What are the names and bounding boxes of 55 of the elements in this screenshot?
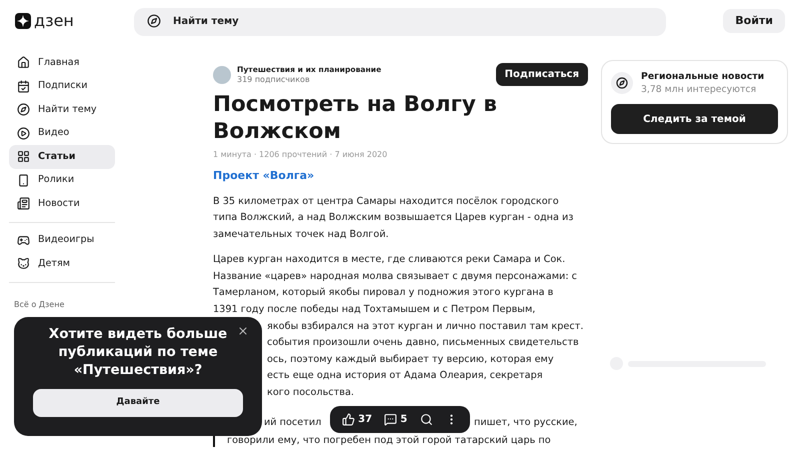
paragraph-line: Царев курган находится в месте, где сливаются реки Самара и Сок. [213, 253, 566, 268]
paragraph-line: есть еще одна история от Адама Олеария, секретаря [267, 369, 544, 384]
paragraph-line: 1391 году после победы над Тохтамышем и с Петром Первым, [213, 303, 536, 318]
follow-topic-button[interactable]: Следить за темой [611, 104, 778, 134]
sidebar-item[interactable]: Подписки [9, 74, 115, 98]
logo-text: дзен [34, 13, 74, 29]
sidebar-item[interactable]: Статьи [9, 145, 115, 168]
paragraph-line: события произошли очень давно, письменных свидетельств [267, 336, 580, 350]
sidebar-item[interactable]: Детям [9, 252, 115, 276]
like-button[interactable]: 37 [342, 412, 372, 427]
sidebar-item[interactable]: Найти тему [9, 98, 115, 122]
search-icon [147, 14, 161, 28]
subscribe-button[interactable]: Подписаться [496, 63, 588, 86]
sidebar-item[interactable]: Видео [9, 122, 115, 145]
quote-text: ий посетил [264, 416, 322, 428]
cat-icon [17, 257, 30, 270]
search-field[interactable]: Найти тему [134, 8, 666, 36]
thumbs-up-icon [342, 413, 356, 426]
sidebar-item[interactable]: Ролики [9, 168, 115, 192]
paragraph-line: Тамерланом, который якобы пировал у подножия этого кургана в [213, 286, 554, 300]
article-title: Посмотреть на Волгу в Волжском [213, 91, 498, 145]
compass-icon [611, 72, 633, 94]
comment-icon [384, 413, 398, 426]
compass-icon [17, 103, 30, 116]
sidebar-item[interactable]: Главная [9, 51, 115, 74]
paragraph-line: типа Волжский, а над Волжским возвышается Царев курган - одна из [213, 211, 574, 226]
article-meta: 1 минута · 1206 прочтений · 7 июня 2020 [213, 149, 388, 161]
comment-button[interactable]: 5 [384, 412, 408, 427]
accept-button[interactable]: Давайте [33, 389, 243, 417]
home-icon [17, 56, 30, 70]
login-button[interactable]: Войти [723, 9, 785, 33]
paragraph-line: кого посольства. [267, 386, 355, 400]
phone-icon [17, 174, 30, 187]
sidebar-item[interactable]: Видеоигры [9, 228, 115, 252]
paragraph-line: ось, поэтому каждый выбирает ту версию, которая ему [267, 352, 555, 367]
project-link[interactable]: Проект «Волга» [213, 168, 588, 184]
topic-name[interactable]: Региональные новости [641, 70, 764, 83]
popup-title: Хотите видеть больше публикаций по теме «Путешествия»? [48, 325, 228, 379]
paragraph-line: В 35 километрах от центра Самары находится посёлок городского [213, 194, 560, 208]
calendar-check-icon [17, 80, 30, 93]
grid-icon [17, 150, 30, 164]
quote-text: пишет, что русские, [474, 416, 578, 430]
footer-link[interactable]: Всё о Дзене [9, 300, 64, 308]
topic-followers: 3,78 млн интересуются [641, 83, 758, 96]
paragraph-line: замечательных точек над Волгой. [213, 228, 390, 242]
sidebar-item[interactable]: Новости [9, 192, 115, 216]
logo-icon [15, 13, 31, 29]
paragraph-line: якобы взбирался на этот курган и лично поставил там крест. [267, 320, 584, 334]
paragraph-line: Название «царев» народная молва связывает с двумя персонажами: с [213, 270, 578, 284]
subscriber-count: 319 подписчиков [237, 74, 311, 84]
close-icon[interactable] [237, 325, 249, 337]
play-icon [17, 126, 30, 140]
newspaper-icon [17, 197, 30, 210]
quote-text: говорили ему, что погребен под этой горой татарский царь по [227, 434, 552, 448]
gamepad-icon [17, 234, 30, 247]
